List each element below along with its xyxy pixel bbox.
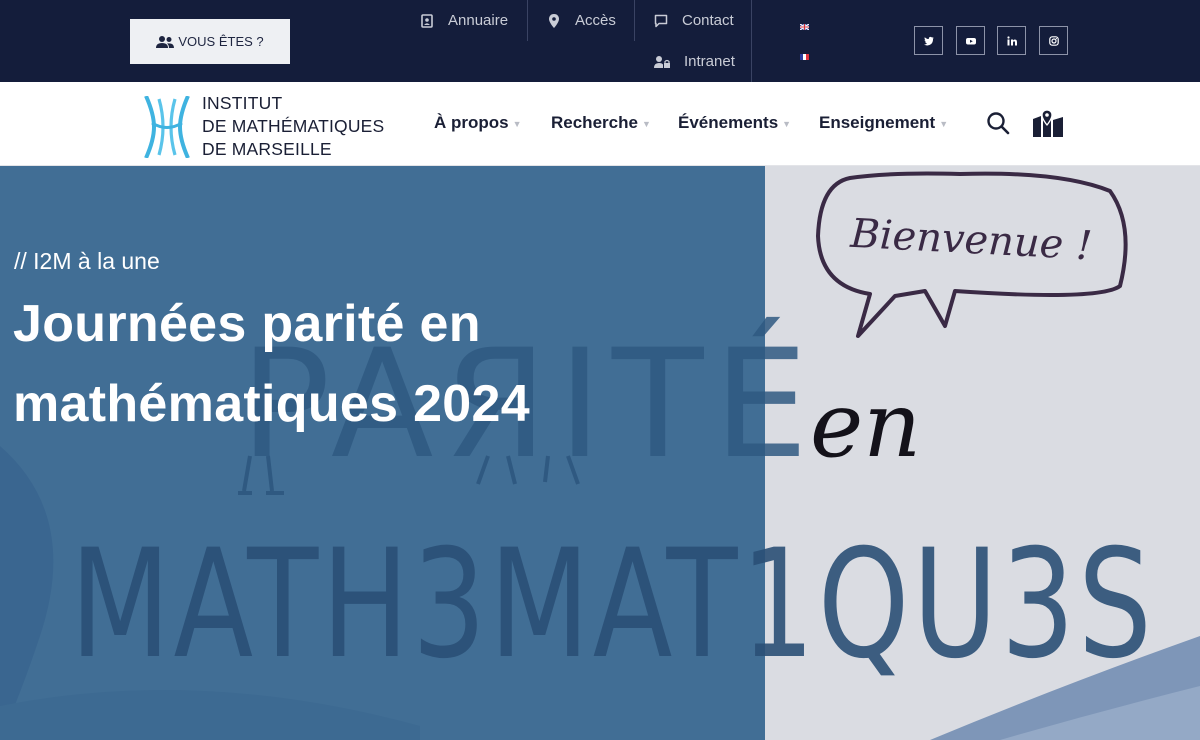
logo-line-1: INSTITUT: [202, 93, 283, 113]
nav-item-label: Recherche: [551, 113, 638, 132]
caret-down-icon: ▼: [641, 119, 651, 129]
contact-label: Contact: [682, 12, 734, 29]
french-flag-icon[interactable]: [800, 54, 809, 60]
map-pin-icon: [549, 13, 559, 28]
search-icon[interactable]: [986, 111, 1010, 135]
youtube-icon: [965, 37, 976, 44]
twitter-button[interactable]: [914, 26, 943, 55]
map-location-icon[interactable]: [1033, 110, 1063, 137]
topbar-divider: [751, 0, 752, 82]
address-book-icon: [421, 13, 433, 28]
nav-item-label: Enseignement: [819, 113, 936, 132]
hero-banner[interactable]: Bienvenue ! PAЯITÉ en MATH3MAT1QU3S // I…: [0, 166, 1200, 740]
youtube-button[interactable]: [956, 26, 985, 55]
english-flag-icon[interactable]: [800, 24, 809, 30]
i2m-logo-icon: [144, 95, 190, 158]
artwork-word-en: en: [810, 373, 921, 478]
hero-headline[interactable]: Journées parité en mathématiques 2024: [13, 284, 713, 444]
acces-label: Accès: [575, 12, 616, 29]
nav-item-enseignement[interactable]: Enseignement ▼: [819, 113, 948, 133]
topbar-divider: [527, 0, 528, 41]
speech-bubble-text: Bienvenue !: [848, 211, 1093, 270]
vous-etes-button[interactable]: VOUS ÊTES ?: [130, 19, 290, 64]
linkedin-icon: [1006, 35, 1017, 45]
message-icon: [654, 14, 668, 27]
nav-item-label: Événements: [678, 113, 779, 132]
instagram-button[interactable]: [1039, 26, 1068, 55]
annuaire-label: Annuaire: [448, 12, 509, 29]
artwork-word-mathematiques: MATH3MAT1QU3S: [70, 518, 1155, 692]
caret-down-icon: ▼: [782, 119, 792, 129]
instagram-icon: [1048, 35, 1059, 46]
user-lock-icon: [654, 55, 670, 68]
users-icon: [156, 35, 175, 48]
topbar-divider: [634, 0, 635, 41]
intranet-label: Intranet: [684, 53, 735, 70]
caret-down-icon: ▼: [512, 119, 522, 129]
nav-item-evenements[interactable]: Événements ▼: [678, 113, 791, 133]
nav-item-a-propos[interactable]: À propos ▼: [434, 113, 522, 133]
hero-artwork: Bienvenue ! PAЯITÉ en MATH3MAT1QU3S: [0, 171, 1200, 740]
acces-link[interactable]: Accès: [547, 12, 616, 29]
vous-etes-label: VOUS ÊTES ?: [178, 34, 264, 49]
logo-line-2: DE MATHÉMATIQUES: [202, 116, 385, 136]
contact-link[interactable]: Contact: [654, 12, 734, 29]
site-logo[interactable]: INSTITUT DE MATHÉMATIQUES DE MARSEILLE: [140, 92, 384, 161]
linkedin-button[interactable]: [997, 26, 1026, 55]
twitter-icon: [923, 36, 934, 45]
caret-down-icon: ▼: [939, 119, 949, 129]
intranet-link[interactable]: Intranet: [654, 53, 735, 70]
annuaire-link[interactable]: Annuaire: [420, 12, 508, 29]
nav-item-label: À propos: [434, 113, 509, 132]
nav-item-recherche[interactable]: Recherche ▼: [551, 113, 651, 133]
logo-text: INSTITUT DE MATHÉMATIQUES DE MARSEILLE: [202, 92, 384, 161]
logo-line-3: DE MARSEILLE: [202, 139, 332, 159]
hero-kicker: // I2M à la une: [14, 248, 160, 274]
